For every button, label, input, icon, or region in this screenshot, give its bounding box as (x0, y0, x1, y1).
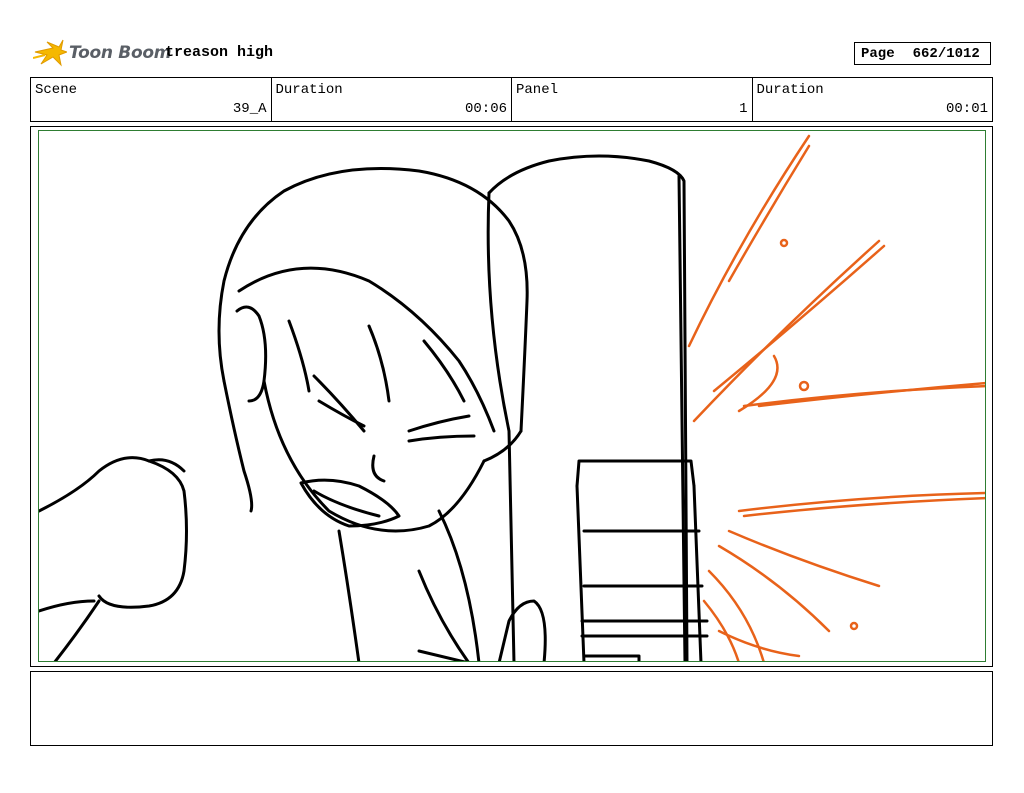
panel-label: Panel (516, 82, 559, 98)
line-art (39, 154, 709, 661)
page-value: 662/1012 (912, 45, 980, 62)
toon-boom-logo: Toon Boom (33, 38, 171, 68)
toon-boom-star-icon (33, 39, 67, 67)
panel-value: 1 (739, 101, 748, 117)
impact-lines (687, 134, 985, 661)
page-indicator: Page 662/1012 (854, 42, 991, 65)
panel-cell: Panel 1 (512, 78, 753, 121)
panel-notes-box (30, 671, 993, 746)
panel-duration-value: 00:01 (945, 101, 988, 117)
info-row: Scene 39_A Duration 00:06 Panel 1 Durati… (30, 77, 993, 122)
storyboard-panel-image (38, 130, 986, 662)
scene-duration-value: 00:06 (464, 101, 507, 117)
panel-duration-cell: Duration 00:01 (753, 78, 993, 121)
panel-duration-label: Duration (756, 82, 824, 98)
scene-duration-cell: Duration 00:06 (272, 78, 512, 121)
scene-label: Scene (35, 82, 78, 98)
storyboard-drawing (39, 134, 985, 661)
scene-value: 39_A (232, 101, 267, 117)
project-title: treason high (165, 44, 274, 61)
scene-cell: Scene 39_A (31, 78, 272, 121)
scene-duration-label: Duration (275, 82, 343, 98)
page-label: Page (861, 45, 895, 62)
logo-text: Toon Boom (69, 43, 172, 63)
